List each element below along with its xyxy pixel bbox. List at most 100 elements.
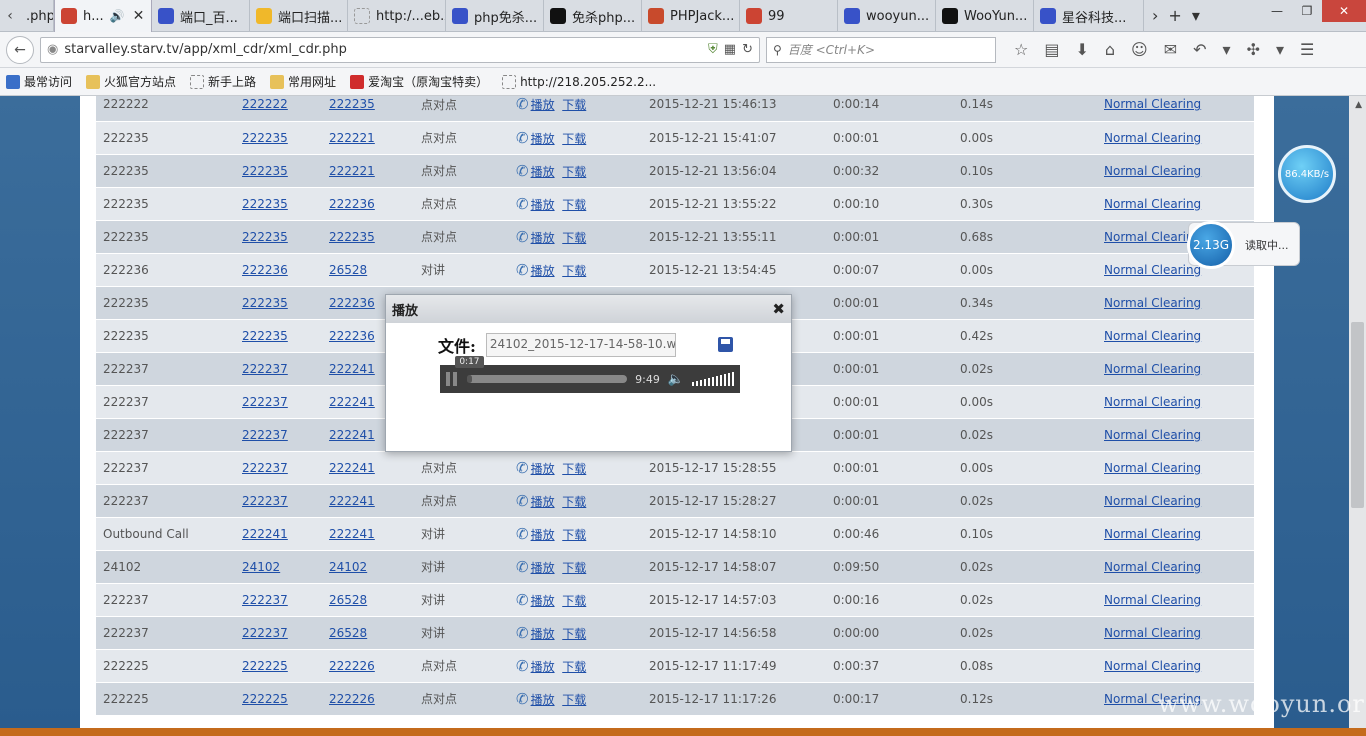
play-link[interactable]: 播放 <box>531 495 555 509</box>
caller-number-link[interactable]: 222235 <box>242 329 288 343</box>
destination-link[interactable]: 222241 <box>329 461 375 475</box>
caller-number-link[interactable]: 222235 <box>242 164 288 178</box>
tab-list-icon[interactable]: ▾ <box>1192 6 1200 25</box>
play-link[interactable]: 播放 <box>531 165 555 179</box>
download-link[interactable]: 下载 <box>562 594 586 608</box>
memory-widget[interactable]: 2.13G 读取中... <box>1187 221 1300 269</box>
dropdown-icon-2[interactable]: ▾ <box>1276 40 1284 59</box>
hangup-cause-link[interactable]: Normal Clearing <box>1104 197 1201 211</box>
network-speed-widget[interactable]: 86.4KB/s <box>1278 145 1336 203</box>
destination-link[interactable]: 24102 <box>329 560 367 574</box>
scroll-up-icon[interactable]: ▲ <box>1355 100 1362 110</box>
play-link[interactable]: 播放 <box>531 231 555 245</box>
hangup-cause-link[interactable]: Normal Clearing <box>1104 329 1201 343</box>
download-icon[interactable]: ⬇ <box>1075 40 1088 59</box>
browser-tab[interactable]: PHPJack... <box>642 0 740 32</box>
destination-link[interactable]: 26528 <box>329 593 367 607</box>
caller-number-link[interactable]: 222237 <box>242 362 288 376</box>
destination-link[interactable]: 222236 <box>329 197 375 211</box>
destination-link[interactable]: 222226 <box>329 692 375 706</box>
page-scrollbar[interactable]: ▲ <box>1349 96 1366 736</box>
destination-link[interactable]: 222221 <box>329 131 375 145</box>
play-link[interactable]: 播放 <box>531 627 555 641</box>
volume-slider[interactable] <box>692 372 734 386</box>
tab-scroll-right-icon[interactable]: › <box>1152 6 1158 25</box>
bookmark-item[interactable]: 火狐官方站点 <box>86 73 176 90</box>
play-link[interactable]: 播放 <box>531 462 555 476</box>
browser-tab[interactable]: h... 🔊 ✕ <box>54 0 152 32</box>
minimize-button[interactable]: — <box>1262 0 1292 22</box>
scroll-thumb[interactable] <box>1351 322 1364 508</box>
seek-bar[interactable]: 0:17 <box>455 356 628 383</box>
play-link[interactable]: 播放 <box>531 132 555 146</box>
play-link[interactable]: 播放 <box>531 660 555 674</box>
hangup-cause-link[interactable]: Normal Clearing <box>1104 593 1201 607</box>
bookmark-item[interactable]: 常用网址 <box>270 73 336 90</box>
destination-link[interactable]: 222236 <box>329 296 375 310</box>
download-link[interactable]: 下载 <box>562 98 586 112</box>
play-link[interactable]: 播放 <box>531 264 555 278</box>
window-close-button[interactable]: ✕ <box>1322 0 1366 22</box>
url-bar[interactable]: ◉ starvalley.starv.tv/app/xml_cdr/xml_cd… <box>40 36 760 63</box>
download-link[interactable]: 下载 <box>562 264 586 278</box>
caller-number-link[interactable]: 222225 <box>242 692 288 706</box>
play-link[interactable]: 播放 <box>531 693 555 707</box>
new-tab-button[interactable]: + <box>1168 6 1181 25</box>
caller-number-link[interactable]: 222235 <box>242 197 288 211</box>
caller-number-link[interactable]: 222237 <box>242 593 288 607</box>
download-link[interactable]: 下载 <box>562 528 586 542</box>
caller-number-link[interactable]: 222235 <box>242 296 288 310</box>
hangup-cause-link[interactable]: Normal Clearing <box>1104 461 1201 475</box>
destination-link[interactable]: 222241 <box>329 395 375 409</box>
hangup-cause-link[interactable]: Normal Clearing <box>1104 97 1201 111</box>
hangup-cause-link[interactable]: Normal Clearing <box>1104 164 1201 178</box>
destination-link[interactable]: 222241 <box>329 362 375 376</box>
caller-number-link[interactable]: 222237 <box>242 494 288 508</box>
restore-button[interactable]: ❐ <box>1292 0 1322 22</box>
destination-link[interactable]: 222241 <box>329 527 375 541</box>
caller-number-link[interactable]: 222237 <box>242 395 288 409</box>
home-icon[interactable]: ⌂ <box>1105 40 1115 59</box>
browser-tab[interactable]: http:/...eb.xml <box>348 0 446 32</box>
tab-close-icon[interactable]: ✕ <box>133 8 145 24</box>
hangup-cause-link[interactable]: Normal Clearing <box>1104 659 1201 673</box>
caller-number-link[interactable]: 222222 <box>242 97 288 111</box>
download-link[interactable]: 下载 <box>562 462 586 476</box>
volume-icon[interactable]: 🔈 <box>668 372 684 387</box>
undo-icon[interactable]: ↶ <box>1193 40 1206 59</box>
caller-number-link[interactable]: 222241 <box>242 527 288 541</box>
download-link[interactable]: 下载 <box>562 660 586 674</box>
play-link[interactable]: 播放 <box>531 528 555 542</box>
browser-tab[interactable]: 端口扫描... <box>250 0 348 32</box>
destination-link[interactable]: 222235 <box>329 97 375 111</box>
reading-list-icon[interactable]: ▤ <box>1044 40 1059 59</box>
caller-number-link[interactable]: 222235 <box>242 230 288 244</box>
hangup-cause-link[interactable]: Normal Clearing <box>1104 494 1201 508</box>
browser-tab[interactable]: 99 <box>740 0 838 32</box>
download-link[interactable]: 下载 <box>562 561 586 575</box>
caller-number-link[interactable]: 222237 <box>242 626 288 640</box>
url-text[interactable]: starvalley.starv.tv/app/xml_cdr/xml_cdr.… <box>64 42 702 57</box>
pause-icon[interactable] <box>446 372 459 386</box>
file-field[interactable]: 24102_2015-12-17-14-58-10.wav <box>485 333 676 357</box>
hangup-cause-link[interactable]: Normal Clearing <box>1104 296 1201 310</box>
reload-icon[interactable]: ↻ <box>742 42 753 57</box>
bookmark-item[interactable]: http://218.205.252.2... <box>502 74 656 89</box>
tab-scroll-left-icon[interactable]: ‹ <box>0 0 20 31</box>
smiley-icon[interactable]: ☺ <box>1131 40 1148 59</box>
caller-number-link[interactable]: 222235 <box>242 131 288 145</box>
hangup-cause-link[interactable]: Normal Clearing <box>1104 428 1201 442</box>
bookmark-item[interactable]: 爱淘宝（原淘宝特卖） <box>350 73 488 90</box>
destination-link[interactable]: 222241 <box>329 428 375 442</box>
download-link[interactable]: 下载 <box>562 231 586 245</box>
hangup-cause-link[interactable]: Normal Clearing <box>1104 395 1201 409</box>
caller-number-link[interactable]: 222237 <box>242 461 288 475</box>
destination-link[interactable]: 222235 <box>329 230 375 244</box>
browser-tab[interactable]: .php <box>20 0 54 32</box>
hangup-cause-link[interactable]: Normal Clearing <box>1104 527 1201 541</box>
download-link[interactable]: 下载 <box>562 495 586 509</box>
destination-link[interactable]: 222221 <box>329 164 375 178</box>
save-icon[interactable] <box>718 337 733 352</box>
destination-link[interactable]: 26528 <box>329 626 367 640</box>
browser-tab[interactable]: WooYun... <box>936 0 1034 32</box>
